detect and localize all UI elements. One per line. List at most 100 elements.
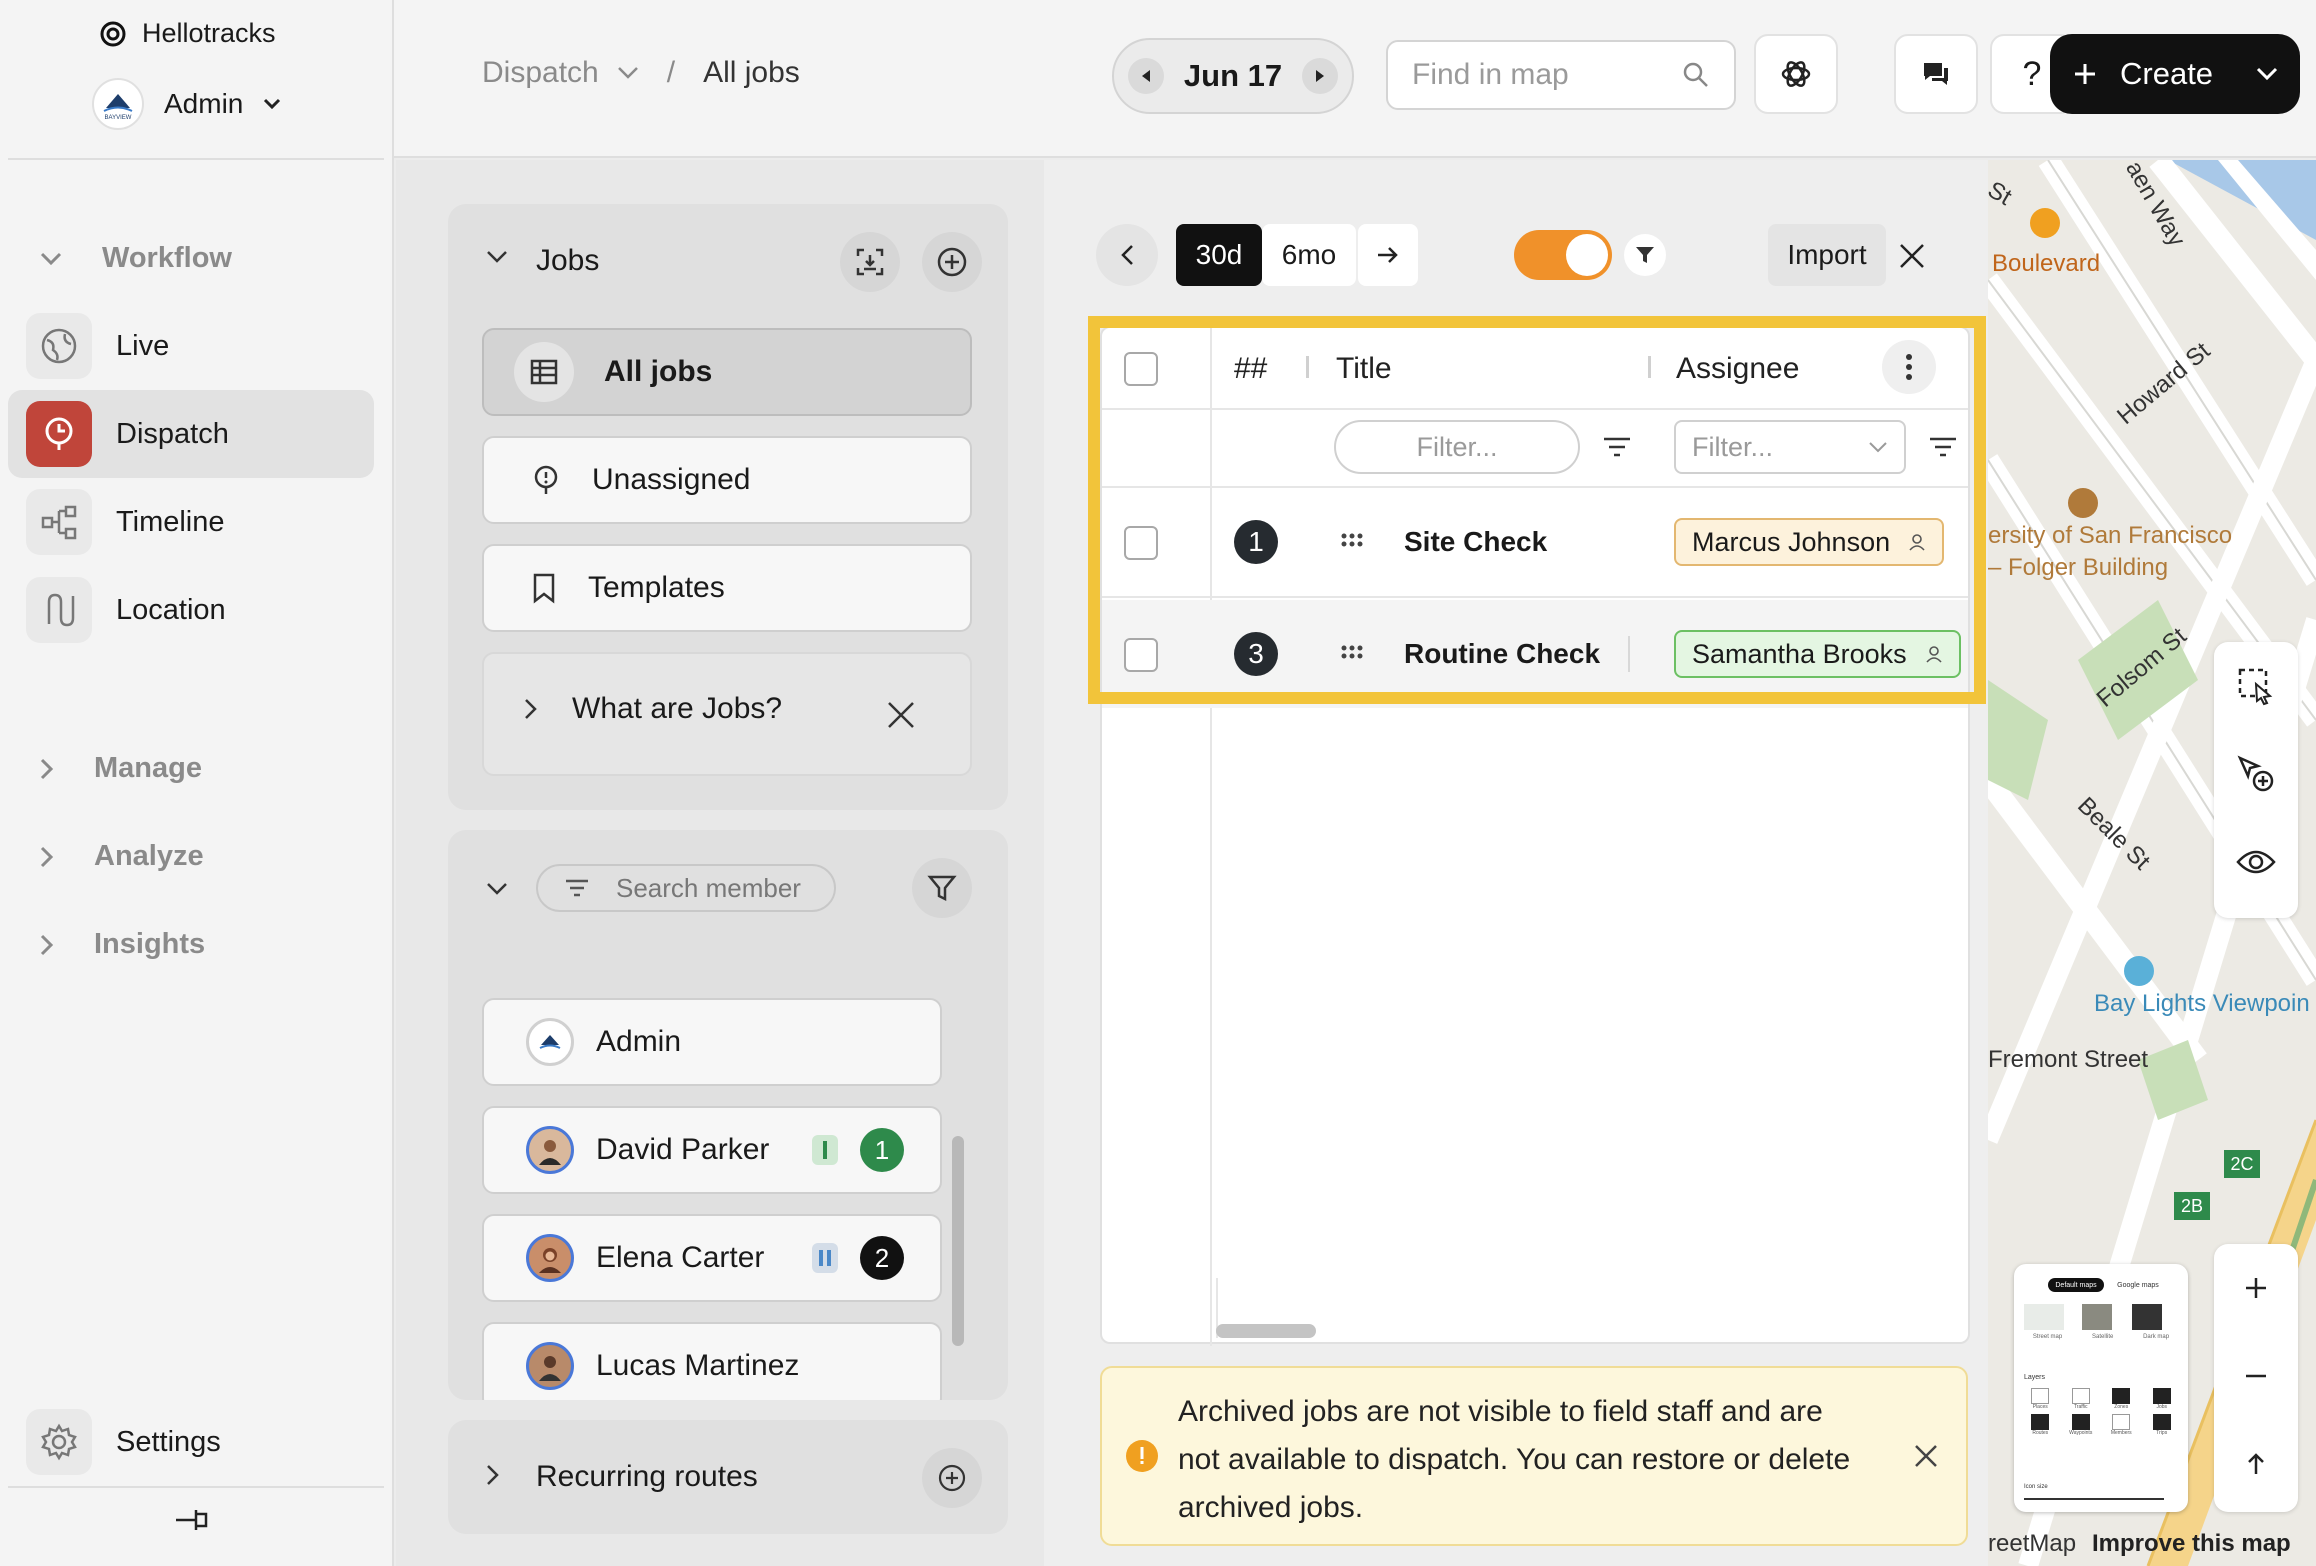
member-filter-button[interactable] [912, 858, 972, 918]
account-switcher[interactable]: BAYVIEW Admin [92, 78, 281, 130]
chat-icon [1920, 59, 1952, 89]
breadcrumb-separator: / [666, 56, 676, 89]
sidebar-item-label: Timeline [116, 505, 225, 538]
what-are-jobs-info[interactable]: What are Jobs? [482, 652, 972, 776]
current-date[interactable]: Jun 17 [1184, 58, 1282, 94]
thumb-layer-label: Jobs [2156, 1404, 2168, 1410]
search-icon [1682, 61, 1710, 89]
scan-icon[interactable] [840, 232, 900, 292]
visibility-button[interactable] [2214, 818, 2298, 906]
bookmark-icon [530, 572, 558, 604]
filter-lines-icon [564, 878, 590, 898]
messages-button[interactable] [1894, 34, 1978, 114]
account-name: Admin [164, 88, 244, 119]
warning-icon [1126, 1440, 1158, 1472]
arrow-right-icon[interactable] [1358, 224, 1418, 286]
sidebar-item-live[interactable]: Live [8, 302, 374, 390]
avatar [526, 1018, 574, 1066]
member-item-elena-carter[interactable]: Elena Carter 2 [482, 1214, 942, 1302]
insights-group-toggle[interactable]: Insights [40, 928, 205, 961]
map-style-thumbnail[interactable]: Default maps Google maps Street map Sate… [2014, 1264, 2188, 1512]
add-place-button[interactable] [2214, 730, 2298, 818]
zoom-in-button[interactable] [2214, 1244, 2298, 1332]
range-6mo-button[interactable]: 6mo [1262, 224, 1356, 286]
thumb-layer-label: Traffic [2073, 1404, 2088, 1410]
sidebar-item-location[interactable]: Location [8, 566, 374, 654]
create-label: Create [2120, 56, 2214, 91]
breadcrumb-dispatch[interactable]: Dispatch [482, 56, 599, 90]
globe-icon [26, 313, 92, 379]
job-count-badge: 2 [860, 1236, 904, 1280]
horizontal-scrollbar[interactable] [1216, 1324, 1316, 1338]
date-picker[interactable]: Jun 17 [1112, 38, 1354, 114]
chevron-down-icon[interactable] [2256, 67, 2278, 81]
breadcrumb: Dispatch / All jobs [482, 56, 800, 90]
breadcrumb-current: All jobs [703, 56, 800, 89]
member-name: Elena Carter [596, 1241, 765, 1274]
map-label: ersity of San Francisco [1988, 522, 2233, 549]
table-icon [514, 342, 574, 402]
analyze-group-toggle[interactable]: Analyze [40, 840, 204, 873]
improve-map-link[interactable]: Improve this map [2092, 1530, 2291, 1558]
member-item-admin[interactable]: Admin [482, 998, 942, 1086]
workflow-group-toggle[interactable]: Workflow [40, 242, 232, 275]
filter-icon[interactable] [1624, 234, 1666, 276]
map-attribution[interactable]: reetMap [1988, 1530, 2076, 1558]
member-item-david-parker[interactable]: David Parker 1 [482, 1106, 942, 1194]
plus-icon [2072, 61, 2098, 87]
zoom-out-button[interactable] [2214, 1332, 2298, 1420]
find-in-map-placeholder: Find in map [1412, 58, 1569, 91]
range-30d-button[interactable]: 30d [1176, 224, 1262, 286]
next-day-button[interactable] [1302, 58, 1338, 94]
previous-range-button[interactable] [1096, 224, 1158, 286]
unassigned-label: Unassigned [592, 463, 751, 496]
find-in-map-input[interactable]: Find in map [1386, 40, 1736, 110]
jobs-title: Jobs [536, 244, 600, 277]
sidebar-item-settings[interactable]: Settings [8, 1398, 374, 1486]
select-area-button[interactable] [2214, 642, 2298, 730]
add-job-button[interactable] [922, 232, 982, 292]
close-icon[interactable] [886, 700, 916, 730]
recurring-routes-card[interactable]: Recurring routes [448, 1420, 1008, 1534]
close-icon[interactable] [1890, 234, 1934, 278]
thumb-layer-label: Trips [2156, 1430, 2168, 1436]
previous-day-button[interactable] [1128, 58, 1164, 94]
sidebar-item-timeline[interactable]: Timeline [8, 478, 374, 566]
chevron-down-icon [40, 252, 62, 266]
thumb-view-labels: Street map Satellite Dark map [2018, 1334, 2184, 1340]
avatar [526, 1234, 574, 1282]
archive-toggle[interactable] [1514, 230, 1612, 280]
thumb-icon-size-label: Icon size [2024, 1484, 2048, 1490]
reset-north-button[interactable] [2214, 1420, 2298, 1508]
chevron-right-icon [524, 698, 538, 720]
unassigned-item[interactable]: Unassigned [482, 436, 972, 524]
viewpoint-icon [2124, 956, 2154, 986]
sidebar-item-label: Dispatch [116, 417, 229, 450]
manage-group-toggle[interactable]: Manage [40, 752, 202, 785]
chevron-down-icon[interactable] [617, 66, 639, 80]
close-icon[interactable] [1914, 1444, 1938, 1468]
highway-shield: 2B [2174, 1192, 2210, 1220]
thumb-icon-size-slider [2024, 1498, 2164, 1500]
import-button[interactable]: Import [1768, 224, 1886, 286]
app-name: Hellotracks [142, 18, 276, 48]
sidebar-item-dispatch[interactable]: Dispatch [8, 390, 374, 478]
collapse-jobs-icon[interactable] [486, 250, 508, 264]
create-button[interactable]: Create [2050, 34, 2300, 114]
manage-label: Manage [94, 752, 202, 784]
members-card: Search member Admin David Parker 1 Elena… [448, 830, 1008, 1400]
sidebar-item-label: Location [116, 593, 226, 626]
templates-item[interactable]: Templates [482, 544, 972, 632]
chevron-right-icon [486, 1464, 500, 1486]
all-jobs-item[interactable]: All jobs [482, 328, 972, 416]
map-label: – Folger Building [1988, 554, 2169, 581]
ai-assistant-button[interactable] [1754, 34, 1838, 114]
collapse-members-icon[interactable] [486, 882, 508, 896]
member-item-lucas-martinez[interactable]: Lucas Martinez [482, 1322, 942, 1400]
pin-sidebar-icon[interactable] [172, 1504, 212, 1536]
add-route-button[interactable] [922, 1448, 982, 1508]
thumb-view-label: Street map [2032, 1334, 2063, 1340]
members-scrollbar[interactable] [952, 1136, 964, 1346]
search-member-input[interactable]: Search member [536, 864, 836, 912]
thumb-layer-label: Routes [2032, 1430, 2049, 1436]
